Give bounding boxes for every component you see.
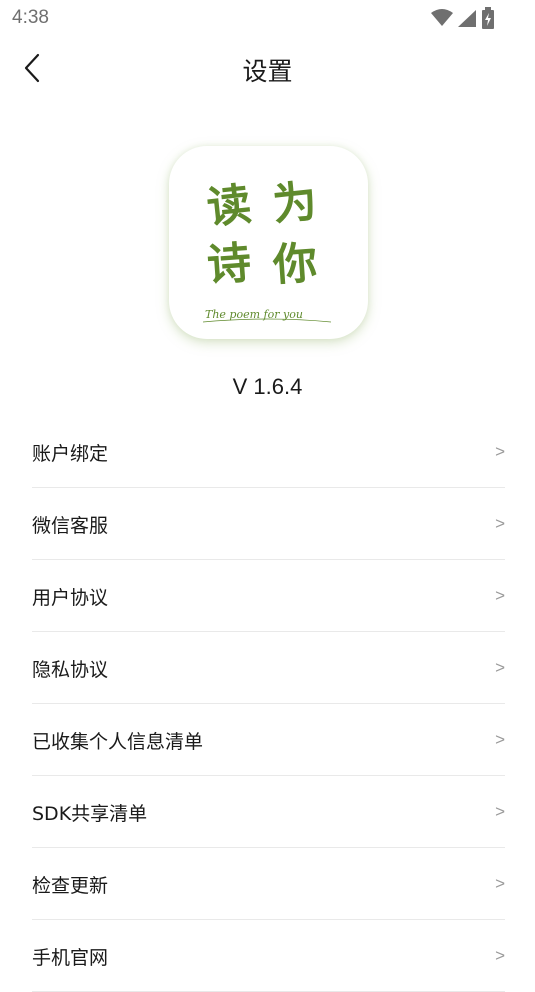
status-time: 4:38 bbox=[12, 7, 49, 28]
menu-item-personal-info-list[interactable]: 已收集个人信息清单 > bbox=[32, 704, 505, 776]
logo-character: 读 bbox=[205, 179, 254, 234]
logo-character: 诗 bbox=[205, 238, 252, 292]
chevron-right-icon: > bbox=[495, 730, 505, 749]
battery-charging-icon bbox=[481, 7, 495, 33]
menu-item-mobile-website[interactable]: 手机官网 > bbox=[32, 920, 505, 992]
chevron-right-icon: > bbox=[495, 802, 505, 821]
menu-item-label: 账户绑定 bbox=[32, 443, 109, 465]
menu-item-label: 隐私协议 bbox=[32, 659, 109, 681]
menu-item-privacy-agreement[interactable]: 隐私协议 > bbox=[32, 632, 505, 704]
nav-bar: 设置 bbox=[0, 36, 535, 102]
logo-art: 读 为 诗 你 The poem for you bbox=[202, 176, 332, 323]
status-bar: 4:38 bbox=[0, 0, 535, 36]
app-version: V 1.6.4 bbox=[232, 374, 303, 399]
app-logo: 读 为 诗 你 The poem for you bbox=[169, 146, 368, 339]
settings-menu: 账户绑定 > 微信客服 > 用户协议 > 隐私协议 > 已收集个人信息清单 > SDK共享清单 > 检查… bbox=[32, 416, 505, 992]
chevron-right-icon: > bbox=[495, 442, 505, 461]
menu-item-wechat-support[interactable]: 微信客服 > bbox=[32, 488, 505, 560]
menu-item-label: SDK共享清单 bbox=[32, 803, 148, 825]
status-icons bbox=[431, 7, 495, 33]
wifi-icon bbox=[431, 9, 453, 31]
chevron-right-icon: > bbox=[495, 658, 505, 677]
menu-item-sdk-share-list[interactable]: SDK共享清单 > bbox=[32, 776, 505, 848]
menu-item-user-agreement[interactable]: 用户协议 > bbox=[32, 560, 505, 632]
chevron-right-icon: > bbox=[495, 874, 505, 893]
chevron-right-icon: > bbox=[495, 586, 505, 605]
menu-item-label: 微信客服 bbox=[32, 515, 109, 537]
menu-item-label: 已收集个人信息清单 bbox=[32, 731, 204, 753]
page-title: 设置 bbox=[242, 57, 293, 86]
menu-item-account-binding[interactable]: 账户绑定 > bbox=[32, 416, 505, 488]
menu-item-label: 用户协议 bbox=[32, 587, 109, 609]
logo-character: 为 bbox=[270, 176, 319, 231]
logo-character: 你 bbox=[270, 238, 318, 292]
menu-item-label: 检查更新 bbox=[32, 875, 109, 897]
chevron-right-icon: > bbox=[495, 514, 505, 533]
menu-item-label: 手机官网 bbox=[32, 947, 109, 969]
chevron-right-icon: > bbox=[495, 946, 505, 965]
menu-item-check-update[interactable]: 检查更新 > bbox=[32, 848, 505, 920]
cell-signal-icon bbox=[457, 9, 477, 31]
